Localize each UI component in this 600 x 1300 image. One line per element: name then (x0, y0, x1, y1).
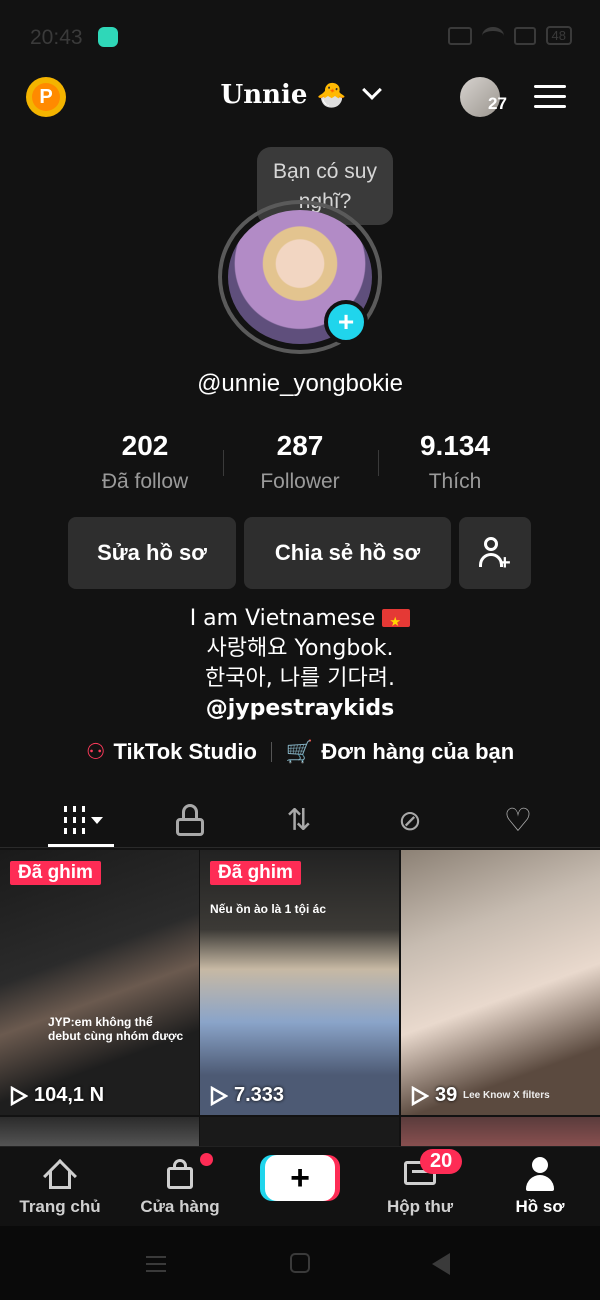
nav-label: Cửa hàng (140, 1197, 220, 1216)
profile-handle: @unnie_yongbokie (197, 370, 403, 397)
battery-icon: 48 (545, 26, 572, 45)
video-caption: Lee Know X filters (463, 1090, 550, 1101)
video-grid: Đã ghim JYP:em không thể debut cùng nhóm… (0, 850, 600, 1147)
hidden-icon: ⊘ (398, 804, 422, 836)
status-bar: 20:43 48 (0, 0, 600, 70)
tab-private[interactable] (145, 798, 235, 842)
shop-notification-dot (200, 1153, 213, 1166)
chevron-down-icon (362, 80, 383, 100)
header-username: Unnie (220, 80, 308, 110)
nav-shop[interactable]: Cửa hàng (120, 1155, 240, 1217)
cast-icon (513, 26, 536, 45)
cart-icon: 🛒 (285, 739, 314, 764)
nav-home[interactable]: Trang chủ (0, 1155, 120, 1217)
add-user-icon: + (477, 535, 513, 573)
caret-down-icon (90, 816, 103, 824)
tab-hidden[interactable]: ⊘ (365, 798, 455, 842)
video-thumbnail[interactable] (200, 1117, 399, 1147)
status-icons: 48 (447, 26, 572, 45)
tab-videos[interactable] (38, 798, 128, 842)
profile-header: P Unnie 🐣 27 (0, 72, 600, 126)
bio-line: 사랑해요 Yongbok. (206, 636, 394, 661)
view-count: 7.333 (210, 1084, 284, 1107)
stat-likes[interactable]: 9.134 Thích (378, 430, 532, 494)
stat-value: 287 (276, 430, 324, 461)
video-thumbnail[interactable] (401, 1117, 600, 1147)
video-caption: Nếu ồn ào là 1 tội ác (210, 902, 327, 916)
play-icon (411, 1085, 429, 1106)
wifi-icon (481, 26, 504, 45)
edit-profile-button[interactable]: Sửa hồ sơ (68, 517, 236, 589)
stat-followers[interactable]: 287 Follower (223, 430, 377, 494)
stat-value: 202 (121, 430, 169, 461)
menu-icon[interactable] (534, 85, 566, 109)
bio-line: 한국아, 나를 기다려. (205, 666, 395, 691)
profile-icon (525, 1157, 555, 1191)
stat-label: Đã follow (101, 470, 189, 493)
pinned-badge: Đã ghim (210, 861, 301, 885)
divider (270, 742, 272, 762)
system-navigation-bar (0, 1226, 600, 1300)
friends-count: 27 (488, 94, 507, 113)
status-time: 20:43 (30, 26, 83, 49)
vietnam-flag-icon (382, 608, 411, 638)
profile-avatar[interactable]: + (218, 200, 382, 354)
stat-value: 9.134 (419, 430, 491, 461)
bio-mention-link[interactable]: @jypestraykids (0, 694, 600, 724)
back-icon[interactable] (432, 1253, 450, 1275)
view-count: 104,1 N (10, 1084, 104, 1107)
nav-label: Hồ sơ (515, 1197, 565, 1216)
video-thumbnail[interactable]: Đã ghim Nếu ồn ào là 1 tội ác 7.333 (200, 850, 399, 1115)
recent-apps-icon[interactable] (146, 1256, 166, 1272)
home-icon (43, 1159, 77, 1193)
stat-following[interactable]: 202 Đã follow (68, 430, 222, 494)
play-icon (210, 1085, 228, 1106)
tab-liked[interactable]: ♡ (473, 798, 563, 842)
content-tabs: ⇅ ⊘ ♡ (0, 792, 600, 848)
grid-icon (63, 806, 85, 834)
account-switcher[interactable]: Unnie 🐣 (0, 80, 600, 110)
creator-links: ⚇ TikTok Studio 🛒 Đơn hàng của bạn (0, 735, 600, 769)
nav-label: Trang chủ (19, 1197, 101, 1216)
create-button[interactable]: + (265, 1155, 335, 1201)
bottom-navigation: Trang chủ Cửa hàng + Hộp thư 20 Hồ sơ (0, 1146, 600, 1226)
video-thumbnail[interactable]: Đã ghim JYP:em không thể debut cùng nhóm… (0, 850, 199, 1115)
stat-label: Thích (428, 470, 482, 493)
heart-icon: ♡ (503, 802, 533, 838)
system-home-icon[interactable] (290, 1253, 310, 1273)
lock-icon (176, 804, 204, 836)
video-caption: JYP:em không thể debut cùng nhóm được (48, 1015, 184, 1043)
repost-icon: ⇅ (286, 803, 312, 837)
play-icon (10, 1085, 28, 1106)
chick-emoji: 🐣 (316, 80, 347, 109)
app-notification-icon (98, 27, 118, 47)
inbox-count-badge: 20 (420, 1149, 463, 1174)
vibrate-icon (447, 26, 472, 45)
add-story-plus-icon[interactable]: + (324, 300, 368, 344)
tab-underline (48, 844, 114, 847)
pinned-badge: Đã ghim (10, 861, 101, 885)
nav-label: Hộp thư (386, 1197, 454, 1216)
share-profile-button[interactable]: Chia sẻ hồ sơ (244, 517, 451, 589)
tab-reposts[interactable]: ⇅ (254, 798, 344, 842)
stat-label: Follower (260, 470, 340, 493)
nav-profile[interactable]: Hồ sơ (480, 1155, 600, 1217)
video-thumbnail[interactable] (0, 1117, 199, 1147)
studio-icon: ⚇ (85, 739, 106, 764)
bio-line: I am Vietnamese (0, 604, 600, 638)
video-thumbnail[interactable]: Lee Know X filters 39 (401, 850, 600, 1115)
add-friend-button[interactable]: + (459, 517, 531, 589)
profile-stats: 202 Đã follow 287 Follower 9.134 Thích (68, 430, 532, 500)
profile-bio: I am Vietnamese 사랑해요 Yongbok. 한국아, 나를 기다… (0, 604, 600, 724)
tiktok-studio-link[interactable]: ⚇ TikTok Studio (86, 739, 257, 765)
orders-link[interactable]: 🛒 Đơn hàng của bạn (286, 739, 514, 765)
view-count: 39 (411, 1084, 457, 1107)
shopping-bag-icon (165, 1159, 195, 1189)
